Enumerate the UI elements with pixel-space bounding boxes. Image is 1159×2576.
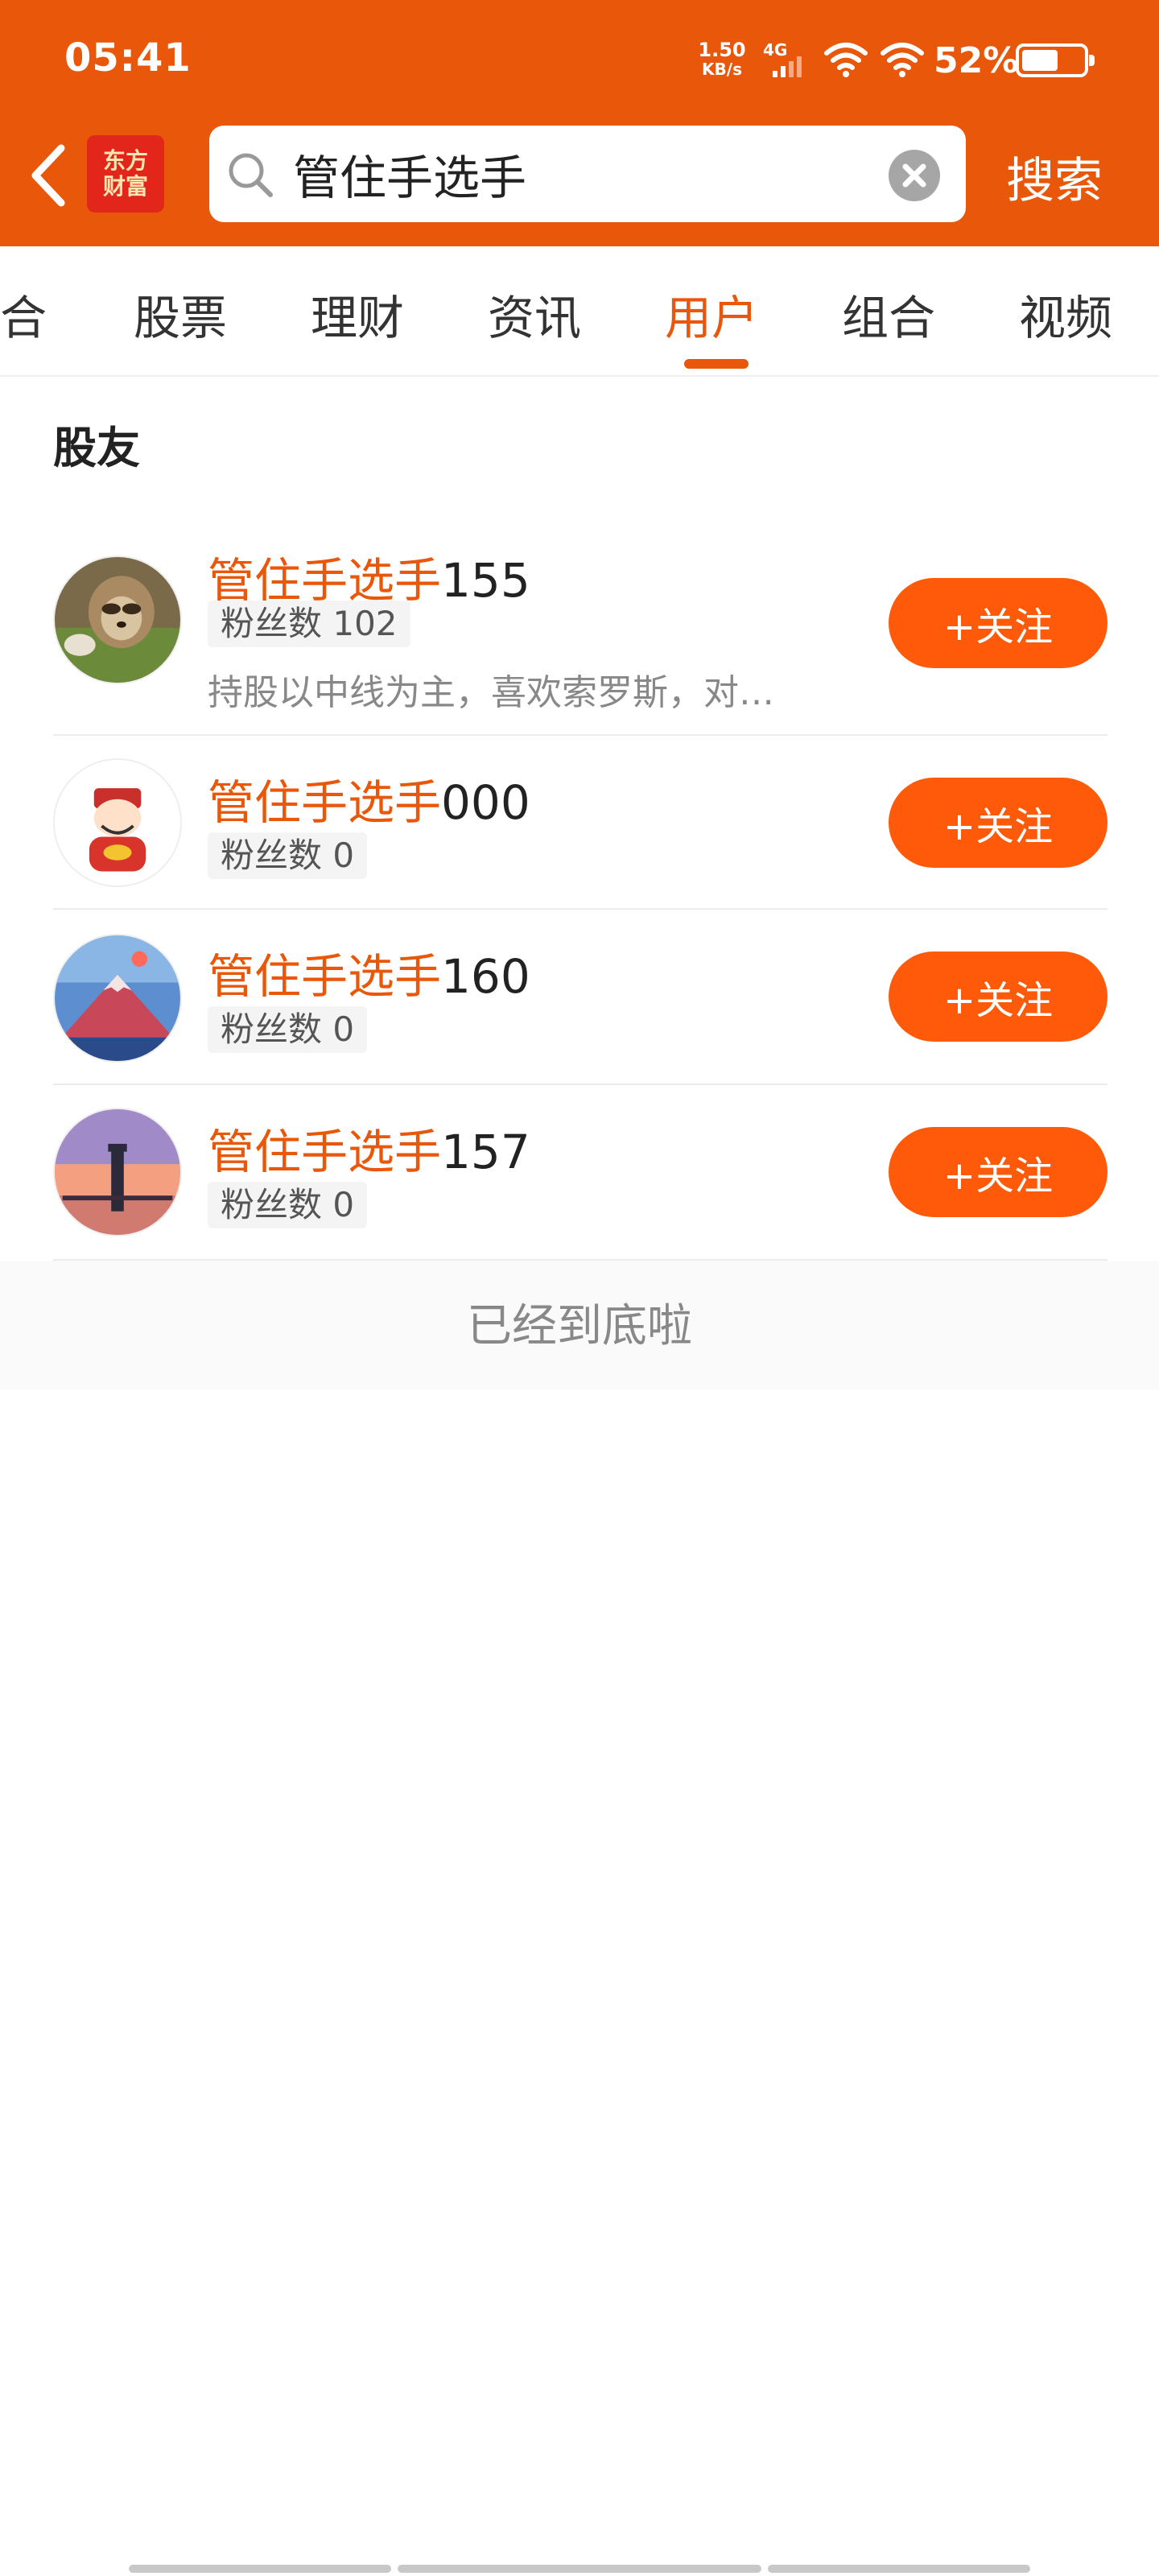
net-speed: 1.50 KB/s	[698, 39, 746, 79]
search-icon	[229, 153, 273, 197]
gesture-bar	[398, 2565, 761, 2573]
user-name[interactable]: 管住手选手160	[208, 939, 530, 1006]
tab-portfolios[interactable]: 组合	[842, 280, 935, 348]
category-tabs: 综合 股票 理财 资讯 用户 组合 视频	[0, 246, 1159, 377]
avatar	[53, 1108, 182, 1236]
wifi-icon	[824, 43, 868, 77]
battery-percentage: 52%	[934, 40, 1019, 81]
end-of-list-text: 已经到底啦	[467, 1300, 692, 1352]
avatar	[53, 758, 182, 887]
search-input[interactable]	[293, 137, 856, 211]
follow-button[interactable]: +关注	[889, 1127, 1107, 1217]
follow-button[interactable]: +关注	[889, 578, 1107, 668]
user-row[interactable]: 管住手选手160 粉丝数 0 +关注	[53, 910, 1107, 1085]
user-name[interactable]: 管住手选手000	[208, 765, 530, 832]
follow-button[interactable]: +关注	[889, 952, 1107, 1042]
fans-count: 粉丝数 0	[208, 1182, 368, 1228]
section-title: 股友	[53, 423, 140, 473]
app-logo: 东方财富	[87, 135, 164, 213]
back-arrow-icon[interactable]	[24, 142, 72, 209]
tab-videos[interactable]: 视频	[1019, 280, 1112, 348]
battery-icon	[1016, 43, 1095, 77]
gesture-bar	[129, 2565, 391, 2573]
active-tab-indicator	[684, 359, 749, 369]
fans-count: 粉丝数 0	[208, 832, 368, 879]
gesture-bar	[768, 2565, 1030, 2573]
end-of-list: 已经到底啦	[0, 1261, 1159, 1389]
header-bar: 05:41 1.50 KB/s 4G 52% 东方财富 管住手选手 搜索	[0, 0, 1159, 246]
search-box[interactable]	[209, 126, 966, 222]
user-row[interactable]: 管住手选手155 粉丝数 102 持股以中线为主，喜欢索罗斯，对… +关注	[53, 515, 1107, 736]
tab-users[interactable]: 用户	[665, 280, 758, 348]
user-row[interactable]: 管住手选手157 粉丝数 0 +关注	[53, 1085, 1107, 1261]
tab-wealth[interactable]: 理财	[311, 280, 404, 348]
status-time: 05:41	[64, 35, 192, 80]
cellular-signal-icon: 4G	[761, 40, 806, 80]
user-row[interactable]: 管住手选手000 粉丝数 0 +关注	[53, 736, 1107, 910]
fans-count: 粉丝数 102	[208, 601, 410, 647]
avatar	[53, 934, 182, 1063]
status-bar: 05:41 1.50 KB/s 4G 52%	[0, 0, 1159, 121]
user-name[interactable]: 管住手选手157	[208, 1114, 530, 1182]
search-button[interactable]: 搜索	[1006, 142, 1103, 212]
tab-comprehensive[interactable]: 综合	[0, 280, 47, 348]
fans-count: 粉丝数 0	[208, 1006, 368, 1053]
clear-icon[interactable]	[889, 150, 940, 201]
tab-news[interactable]: 资讯	[488, 280, 581, 348]
tab-stocks[interactable]: 股票	[134, 280, 227, 348]
wifi-icon	[881, 43, 924, 77]
follow-button[interactable]: +关注	[889, 778, 1107, 868]
user-bio: 持股以中线为主，喜欢索罗斯，对…	[208, 672, 774, 713]
avatar	[53, 555, 182, 684]
